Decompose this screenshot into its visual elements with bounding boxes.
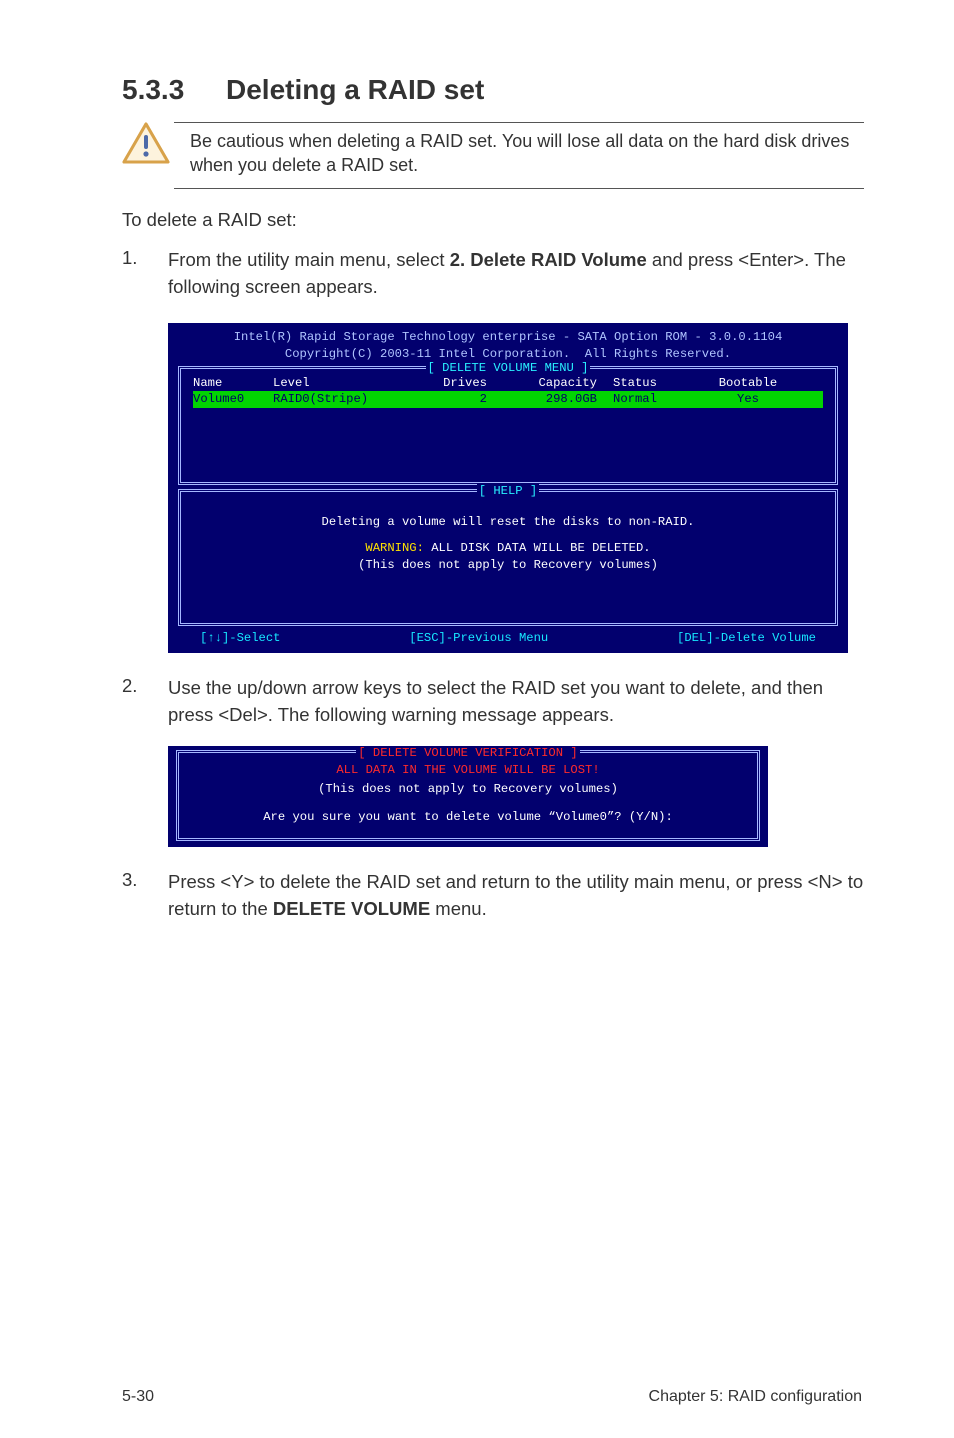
chapter-label: Chapter 5: RAID configuration — [649, 1388, 862, 1406]
verification-title: [ DELETE VOLUME VERIFICATION ] — [179, 744, 757, 762]
th-bootable: Bootable — [703, 375, 793, 391]
step-1: 1. From the utility main menu, select 2.… — [122, 247, 864, 301]
th-drives: Drives — [423, 375, 503, 391]
help-warning-text: ALL DISK DATA WILL BE DELETED. — [424, 541, 651, 555]
help-line-3: (This does not apply to Recovery volumes… — [193, 557, 823, 573]
section-title: Deleting a RAID set — [226, 74, 484, 105]
caution-text: Be cautious when deleting a RAID set. Yo… — [174, 122, 864, 189]
th-capacity: Capacity — [503, 375, 613, 391]
step-text: Use the up/down arrow keys to select the… — [168, 675, 864, 729]
bios-header-1: Intel(R) Rapid Storage Technology enterp… — [178, 329, 838, 345]
th-status: Status — [613, 375, 703, 391]
td-status: Normal — [613, 391, 703, 407]
th-name: Name — [193, 375, 273, 391]
step-number: 2. — [122, 675, 168, 729]
th-level: Level — [273, 375, 423, 391]
step-3-post: menu. — [430, 898, 487, 919]
td-bootable: Yes — [703, 391, 793, 407]
table-header-row: Name Level Drives Capacity Status Bootab… — [193, 375, 823, 391]
td-level: RAID0(Stripe) — [273, 391, 423, 407]
footer-select: [↑↓]-Select — [200, 630, 280, 646]
help-warning-label: WARNING: — [365, 541, 424, 555]
step-text: Press <Y> to delete the RAID set and ret… — [168, 869, 864, 923]
verification-box: [ DELETE VOLUME VERIFICATION ] ALL DATA … — [176, 750, 760, 841]
box-title-text: [ DELETE VOLUME MENU ] — [426, 361, 591, 375]
caution-icon — [122, 122, 174, 171]
help-title-text: [ HELP ] — [477, 484, 540, 498]
section-number: 5.3.3 — [122, 74, 226, 106]
table-row-selected: Volume0 RAID0(Stripe) 2 298.0GB Normal Y… — [193, 391, 823, 407]
delete-volume-menu-box: [ DELETE VOLUME MENU ] Name Level Drives… — [178, 366, 838, 485]
bios-screen-verification: [ DELETE VOLUME VERIFICATION ] ALL DATA … — [168, 746, 768, 847]
step-3-bold: DELETE VOLUME — [273, 898, 430, 919]
footer-prev: [ESC]-Previous Menu — [409, 630, 548, 646]
step-3: 3. Press <Y> to delete the RAID set and … — [122, 869, 864, 923]
verification-line-3: Are you sure you want to delete volume “… — [191, 808, 745, 826]
help-title: [ HELP ] — [181, 483, 835, 499]
step-2: 2. Use the up/down arrow keys to select … — [122, 675, 864, 729]
bios-footer: [↑↓]-Select [ESC]-Previous Menu [DEL]-De… — [178, 626, 838, 646]
step-number: 1. — [122, 247, 168, 301]
td-capacity: 298.0GB — [503, 391, 613, 407]
footer-delete: [DEL]-Delete Volume — [677, 630, 816, 646]
bios-screen-delete-menu: Intel(R) Rapid Storage Technology enterp… — [168, 323, 848, 653]
section-heading: 5.3.3Deleting a RAID set — [122, 74, 864, 106]
help-line-2: WARNING: ALL DISK DATA WILL BE DELETED. — [193, 540, 823, 556]
verification-title-text: [ DELETE VOLUME VERIFICATION ] — [356, 746, 579, 760]
td-drives: 2 — [423, 391, 503, 407]
td-name: Volume0 — [193, 391, 273, 407]
page-footer: 5-30 Chapter 5: RAID configuration — [0, 1388, 954, 1406]
box-title: [ DELETE VOLUME MENU ] — [181, 360, 835, 376]
verification-line-1: ALL DATA IN THE VOLUME WILL BE LOST! — [191, 761, 745, 779]
help-line-1: Deleting a volume will reset the disks t… — [193, 514, 823, 530]
step-number: 3. — [122, 869, 168, 923]
step-text: From the utility main menu, select 2. De… — [168, 247, 864, 301]
caution-note: Be cautious when deleting a RAID set. Yo… — [122, 122, 864, 189]
verification-line-2: (This does not apply to Recovery volumes… — [191, 780, 745, 798]
page-number: 5-30 — [122, 1388, 154, 1406]
step-1-pre: From the utility main menu, select — [168, 249, 450, 270]
step-1-bold: 2. Delete RAID Volume — [450, 249, 647, 270]
lead-text: To delete a RAID set: — [122, 207, 864, 234]
help-box: [ HELP ] Deleting a volume will reset th… — [178, 489, 838, 626]
